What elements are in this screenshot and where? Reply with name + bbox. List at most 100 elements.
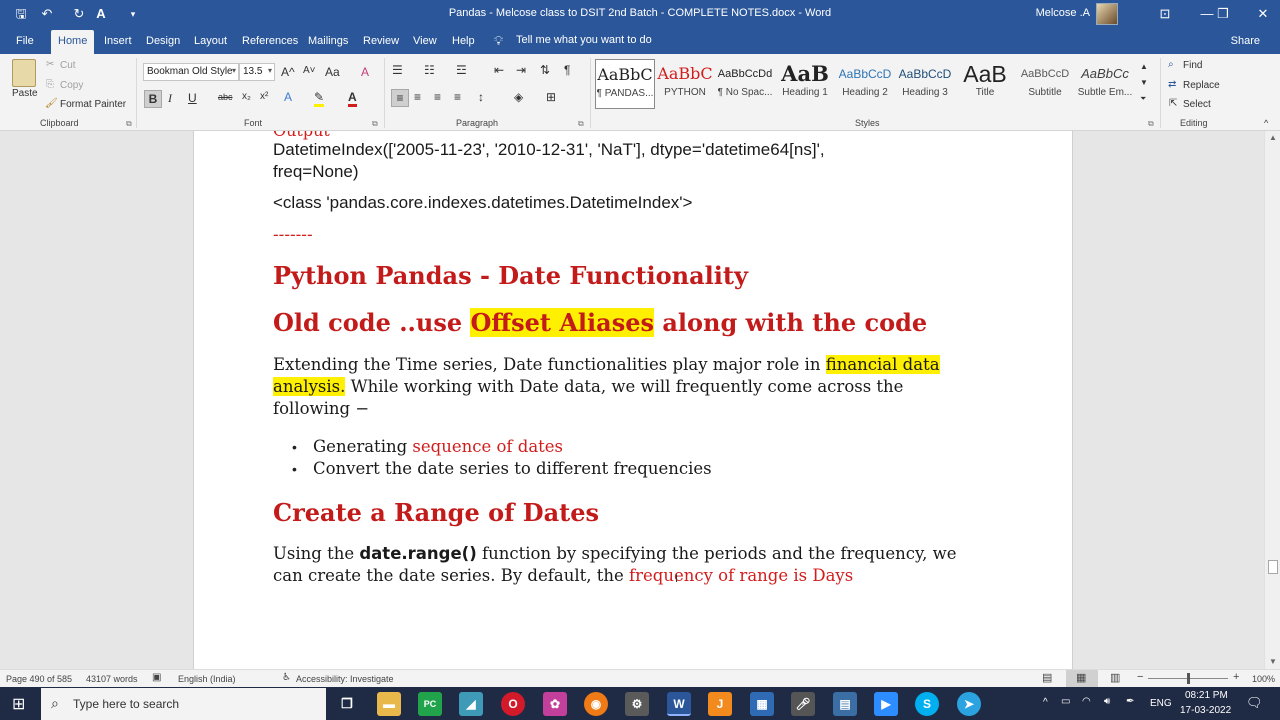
show-hidden-icons-icon[interactable]: ^ — [1043, 697, 1048, 708]
paste-button[interactable]: Paste — [12, 88, 38, 99]
zoom-level[interactable]: 100% — [1252, 674, 1275, 684]
subscript-button[interactable]: x₂ — [242, 91, 251, 102]
find-icon[interactable]: ⌕ — [1168, 59, 1174, 70]
decrease-indent-icon[interactable]: ⇤ — [494, 63, 504, 77]
tab-insert[interactable]: Insert — [104, 35, 132, 47]
tab-mailings[interactable]: Mailings — [308, 35, 348, 47]
pycharm-icon[interactable]: PC — [418, 692, 442, 716]
zoom-slider-thumb[interactable] — [1187, 673, 1190, 684]
justify-icon[interactable]: ≡ — [454, 90, 461, 104]
tab-references[interactable]: References — [242, 35, 298, 47]
tab-home[interactable]: Home — [51, 30, 95, 54]
align-left-button[interactable]: ≡ — [391, 89, 409, 107]
style-heading-2[interactable]: AaBbCcD Heading 2 — [835, 59, 895, 109]
highlight-color-icon[interactable]: ✎ — [314, 90, 325, 107]
battery-icon[interactable]: ▭ — [1061, 696, 1070, 707]
replace-button[interactable]: Replace — [1183, 80, 1220, 91]
font-name-combo[interactable]: Bookman Old Style ▾ — [143, 63, 239, 81]
accessibility-status[interactable]: Accessibility: Investigate — [296, 674, 394, 684]
proofing-icon[interactable]: ▣ — [152, 672, 161, 683]
style-subtle-emphasis[interactable]: AaBbCc Subtle Em... — [1075, 59, 1135, 109]
style-heading-1[interactable]: AaB Heading 1 — [775, 59, 835, 109]
find-button[interactable]: Find — [1183, 60, 1202, 71]
scroll-up-icon[interactable]: ▲ — [1269, 133, 1277, 142]
style-no-spacing[interactable]: AaBbCcDd ¶ No Spac... — [715, 59, 775, 109]
styles-more-icon[interactable]: ⏷ — [1140, 94, 1146, 104]
multilevel-list-icon[interactable]: ☲ — [456, 63, 467, 77]
task-view-icon[interactable]: ❒ — [335, 692, 359, 716]
copy-icon[interactable]: ⎘ — [46, 79, 54, 90]
style-subtitle[interactable]: AaBbCcD Subtitle — [1015, 59, 1075, 109]
document-page[interactable]: Output DatetimeIndex(['2005-11-23', '201… — [193, 131, 1073, 669]
sort-icon[interactable]: ⇅ — [540, 63, 550, 77]
styles-scroll-up-icon[interactable]: ▲ — [1140, 62, 1148, 71]
copy-button[interactable]: Copy — [60, 80, 83, 91]
word-icon[interactable]: W — [667, 692, 691, 716]
shading-icon[interactable]: ◈ — [514, 90, 523, 104]
borders-icon[interactable]: ⊞ — [546, 90, 556, 104]
zoom-app-icon[interactable]: ▶ — [874, 692, 898, 716]
replace-icon[interactable]: ⇄ — [1168, 79, 1176, 90]
accessibility-icon[interactable]: ♿︎ — [282, 672, 291, 683]
italic-button[interactable]: I — [168, 91, 172, 106]
network-app-icon[interactable]: ▤ — [833, 692, 857, 716]
tab-layout[interactable]: Layout — [194, 35, 227, 47]
font-launcher-icon[interactable]: ⧉ — [372, 119, 378, 129]
read-mode-icon[interactable]: ▤ — [1042, 671, 1052, 684]
calculator-icon[interactable]: ▦ — [750, 692, 774, 716]
close-button[interactable]: ✕ — [1248, 4, 1278, 24]
pen-icon[interactable]: ✒ — [1126, 696, 1134, 707]
skype-icon[interactable]: S — [915, 692, 939, 716]
tab-review[interactable]: Review — [363, 35, 399, 47]
language-indicator[interactable]: English (India) — [178, 674, 236, 684]
wifi-icon[interactable]: ◠ — [1082, 696, 1091, 707]
strikethrough-button[interactable]: abc — [218, 92, 233, 102]
font-color-icon[interactable]: A — [348, 90, 357, 107]
windows-start-icon[interactable]: ⊞ — [12, 694, 25, 714]
bold-button[interactable]: B — [144, 90, 162, 108]
ribbon-display-options-icon[interactable]: ⊡ — [1150, 4, 1180, 24]
select-icon[interactable]: ⇱ — [1169, 98, 1177, 109]
tab-file[interactable]: File — [16, 35, 34, 47]
numbering-icon[interactable]: ☷ — [424, 63, 435, 77]
tab-help[interactable]: Help — [452, 35, 475, 47]
style-pandas[interactable]: AaBbC ¶ PANDAS... — [595, 59, 655, 109]
app-icon[interactable]: ◢ — [459, 692, 483, 716]
superscript-button[interactable]: x² — [260, 91, 268, 102]
zoom-out-icon[interactable]: − — [1137, 671, 1143, 683]
font-size-combo[interactable]: 13.5 ▾ — [239, 63, 275, 81]
cut-icon[interactable]: ✂ — [46, 59, 54, 70]
language-indicator[interactable]: ENG — [1150, 698, 1172, 709]
tell-me-search[interactable]: Tell me what you want to do — [516, 34, 652, 46]
taskbar-search[interactable]: ⌕ Type here to search — [41, 688, 326, 720]
format-painter-button[interactable]: Format Painter — [60, 99, 126, 110]
paste-icon[interactable] — [12, 59, 36, 87]
clear-formatting-icon[interactable]: A — [361, 65, 369, 79]
avatar[interactable] — [1096, 3, 1118, 25]
tab-view[interactable]: View — [413, 35, 437, 47]
select-button[interactable]: Select — [1183, 99, 1211, 110]
grow-font-icon[interactable]: A^ — [281, 65, 295, 79]
cut-button[interactable]: Cut — [60, 60, 76, 71]
opera-icon[interactable]: O — [501, 692, 525, 716]
jupyter-icon[interactable]: J — [708, 692, 732, 716]
zoom-in-icon[interactable]: + — [1233, 671, 1239, 683]
notifications-icon[interactable]: 🗨︎ — [1246, 695, 1263, 711]
styles-scroll-down-icon[interactable]: ▼ — [1140, 78, 1148, 87]
scrollbar-thumb[interactable] — [1268, 560, 1278, 574]
styles-launcher-icon[interactable]: ⧉ — [1148, 119, 1154, 129]
clipboard-launcher-icon[interactable]: ⧉ — [126, 119, 132, 129]
line-spacing-icon[interactable]: ↕ — [478, 90, 484, 104]
user-name[interactable]: Melcose .A — [1036, 7, 1090, 19]
style-heading-3[interactable]: AaBbCcD Heading 3 — [895, 59, 955, 109]
volume-icon[interactable]: 🔊︎ — [1104, 696, 1110, 707]
text-effects-icon[interactable]: A — [284, 90, 292, 104]
share-button[interactable]: Share — [1231, 35, 1260, 47]
firefox-icon[interactable]: ◉ — [584, 692, 608, 716]
align-center-icon[interactable]: ≡ — [414, 90, 421, 104]
clock-date[interactable]: 17-03-2022 — [1180, 705, 1231, 716]
clock-time[interactable]: 08:21 PM — [1185, 690, 1228, 701]
microphone-icon[interactable]: 🎤︎ — [791, 692, 815, 716]
style-title[interactable]: AaB Title — [955, 59, 1015, 109]
telegram-icon[interactable]: ➤ — [957, 692, 981, 716]
